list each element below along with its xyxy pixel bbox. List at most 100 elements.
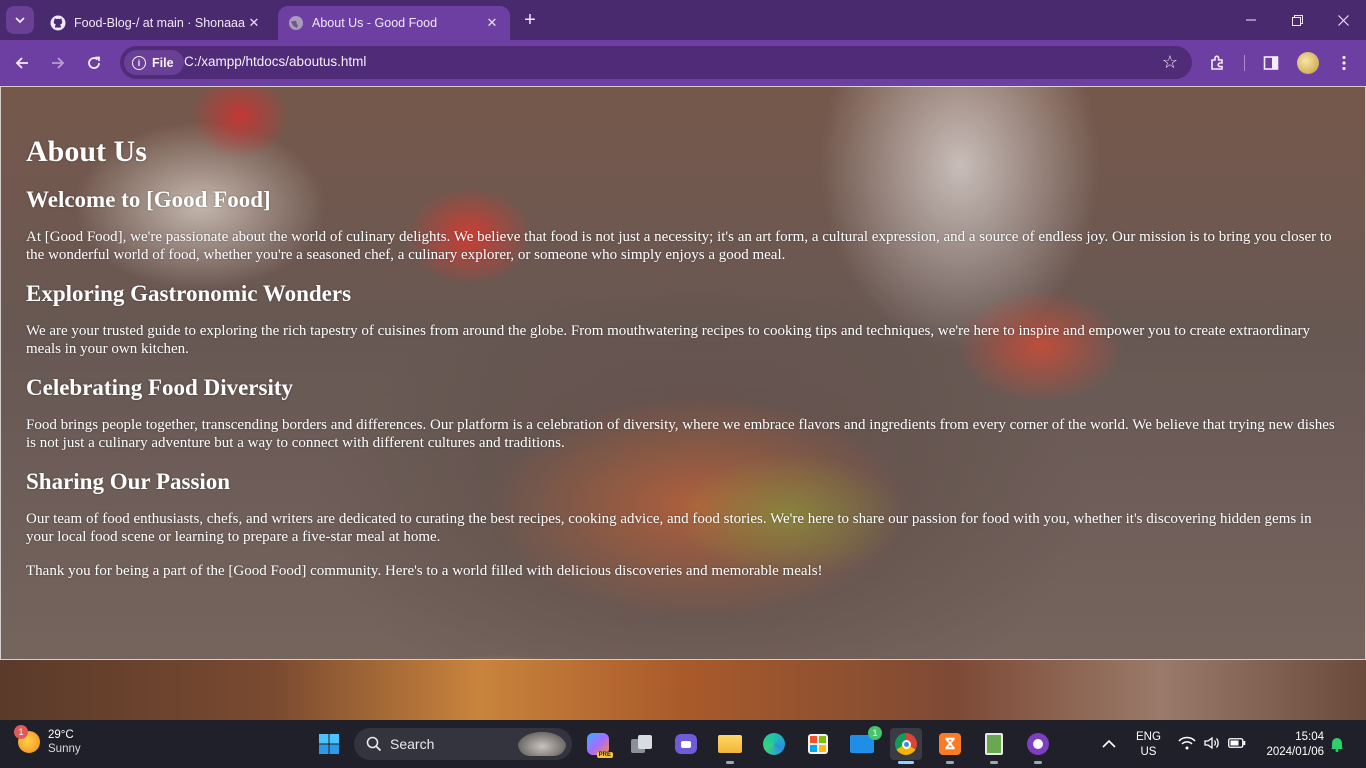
taskbar-app-taskview[interactable] <box>626 728 658 760</box>
tab-about-us[interactable]: About Us - Good Food ✕ <box>278 6 510 40</box>
taskbar-app-teams[interactable] <box>670 728 702 760</box>
thank-you-text: Thank you for being a part of the [Good … <box>26 563 823 579</box>
bookmark-star-icon[interactable]: ☆ <box>1162 52 1178 73</box>
taskbar-app-copilot[interactable]: PRE <box>582 728 614 760</box>
bell-icon <box>1331 738 1343 752</box>
taskbar-app-notepad[interactable] <box>978 728 1010 764</box>
search-placeholder: Search <box>390 736 435 752</box>
taskbar-search[interactable]: Search <box>354 728 572 760</box>
taskbar-app-github-desktop[interactable] <box>1022 728 1054 764</box>
side-panel-icon <box>1263 56 1279 70</box>
forward-button[interactable] <box>43 48 73 78</box>
weather-condition: Sunny <box>48 743 81 755</box>
info-icon: i <box>132 55 146 70</box>
tab-title: About Us - Good Food <box>312 16 438 30</box>
reload-icon <box>88 56 100 69</box>
running-indicator <box>1034 761 1042 764</box>
minimize-icon <box>1246 19 1256 21</box>
restore-icon <box>1291 14 1303 26</box>
wifi-icon <box>1178 736 1196 750</box>
taskbar-app-file-explorer[interactable] <box>714 728 746 764</box>
taskbar-clock[interactable]: 15:04 2024/01/06 <box>1258 730 1324 760</box>
extensions-button[interactable] <box>1203 48 1233 78</box>
tab-title: Food-Blog-/ at main · Shonaaa <box>74 16 245 30</box>
running-indicator <box>946 761 954 764</box>
section-text-diversity: Food brings people together, transcendin… <box>26 417 1335 451</box>
search-icon <box>366 736 382 752</box>
chrome-icon <box>895 733 917 755</box>
video-chat-icon <box>675 734 697 754</box>
section-text-exploring: We are your trusted guide to exploring t… <box>26 323 1311 357</box>
arrow-right-icon <box>52 57 65 69</box>
reload-button[interactable] <box>79 48 109 78</box>
running-indicator <box>726 761 734 764</box>
github-icon <box>50 15 66 31</box>
language-code: ENG <box>1136 731 1161 743</box>
copilot-icon: PRE <box>587 733 613 758</box>
section-title-exploring: Exploring Gastronomic Wonders <box>26 281 352 306</box>
taskbar: 1 29°C Sunny Search PRE 1 ⴵ ENG US 15:04… <box>0 720 1366 768</box>
taskbar-app-mail[interactable]: 1 <box>846 726 882 760</box>
task-view-icon <box>631 735 653 753</box>
minimize-button[interactable] <box>1228 0 1274 40</box>
chevron-up-icon <box>1102 739 1116 748</box>
folder-icon <box>718 735 742 753</box>
section-text-passion: Our team of food enthusiasts, chefs, and… <box>26 511 1312 545</box>
taskbar-app-chrome[interactable] <box>890 728 922 764</box>
tab-github[interactable]: Food-Blog-/ at main · Shonaaa ✕ <box>40 6 272 40</box>
avatar <box>1297 52 1319 74</box>
section-text-welcome: At [Good Food], we're passionate about t… <box>26 229 1332 263</box>
restore-button[interactable] <box>1274 0 1320 40</box>
show-hidden-icons-button[interactable] <box>1102 736 1120 752</box>
windows-icon <box>319 734 339 754</box>
more-vert-icon <box>1342 55 1346 71</box>
search-highlight-image <box>518 732 566 756</box>
arrow-left-icon <box>15 57 28 69</box>
about-content: About Us Welcome to [Good Food] At [Good… <box>26 134 1340 596</box>
section-title-diversity: Celebrating Food Diversity <box>26 375 294 400</box>
browser-toolbar: i File C:/xampp/htdocs/aboutus.html ☆ <box>0 40 1366 86</box>
notifications-button[interactable] <box>1330 736 1346 752</box>
globe-icon <box>289 16 303 30</box>
close-tab-icon[interactable]: ✕ <box>484 15 500 31</box>
clock-time: 15:04 <box>1295 731 1324 743</box>
page-title: About Us <box>26 135 147 168</box>
address-bar[interactable]: i File C:/xampp/htdocs/aboutus.html ☆ <box>120 46 1192 79</box>
toolbar-divider <box>1244 55 1245 71</box>
side-panel-button[interactable] <box>1256 48 1286 78</box>
battery-icon <box>1228 738 1246 748</box>
weather-widget[interactable]: 1 29°C Sunny <box>14 725 81 756</box>
close-tab-icon[interactable]: ✕ <box>246 15 262 31</box>
start-button[interactable] <box>313 728 345 760</box>
taskbar-app-xampp[interactable]: ⴵ <box>934 728 966 764</box>
tab-strip: Food-Blog-/ at main · Shonaaa ✕ About Us… <box>0 0 1366 40</box>
new-tab-button[interactable]: + <box>518 10 542 30</box>
puzzle-icon <box>1211 55 1223 70</box>
clock-date: 2024/01/06 <box>1266 746 1324 758</box>
url-text[interactable]: C:/xampp/htdocs/aboutus.html <box>184 54 366 69</box>
mail-badge: 1 <box>868 726 882 740</box>
taskbar-app-store[interactable] <box>802 728 834 760</box>
browser-menu-button[interactable] <box>1329 48 1359 78</box>
language-indicator[interactable]: ENG US <box>1136 730 1161 760</box>
system-tray-icons[interactable] <box>1178 736 1246 750</box>
section-title-passion: Sharing Our Passion <box>26 469 231 494</box>
taskbar-app-edge[interactable] <box>758 728 790 760</box>
mail-icon: 1 <box>850 726 882 753</box>
github-desktop-icon <box>1027 733 1049 755</box>
profile-button[interactable] <box>1293 48 1323 78</box>
section-title-welcome: Welcome to [Good Food] <box>26 187 271 212</box>
volume-icon <box>1204 736 1219 750</box>
close-window-button[interactable] <box>1320 0 1366 40</box>
back-button[interactable] <box>7 48 37 78</box>
notepad-icon <box>985 733 1003 755</box>
xampp-icon: ⴵ <box>939 733 961 755</box>
tab-search-button[interactable] <box>6 6 34 34</box>
sun-icon: 1 <box>14 725 40 753</box>
page-viewport: About Us Welcome to [Good Food] At [Good… <box>0 86 1366 720</box>
site-info-chip[interactable]: i File <box>124 50 184 75</box>
close-icon <box>1337 14 1349 26</box>
edge-icon <box>763 733 785 755</box>
weather-temp: 29°C <box>48 729 74 741</box>
store-icon <box>808 734 828 754</box>
